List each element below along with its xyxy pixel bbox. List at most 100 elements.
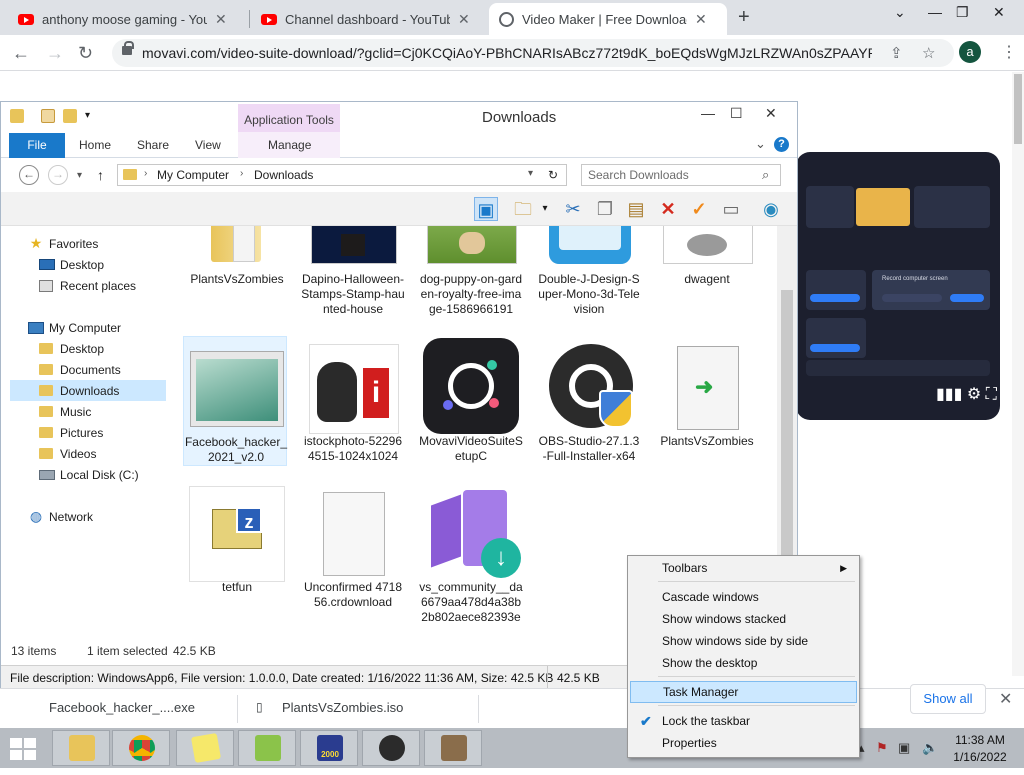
forward-button[interactable]: → [46,43,64,64]
share-icon[interactable]: ⇪ [890,44,903,62]
browser-menu-icon[interactable]: ⋮ [1001,42,1017,62]
preview-pane-icon[interactable]: ▣ [474,197,498,221]
close-tab-icon[interactable]: ✕ [458,11,470,28]
system-clock[interactable]: 11:38 AM 1/16/2022 [942,732,1018,766]
close-tab-icon[interactable]: ✕ [215,11,227,28]
browser-tab-2[interactable]: Channel dashboard - YouTube Studio ✕ [251,3,487,35]
close-window-button[interactable]: ✕ [765,105,777,122]
tab-file[interactable]: File [9,133,65,158]
file-item[interactable]: z tetfun [185,482,289,612]
bookmark-star-icon[interactable]: ☆ [922,44,935,62]
restore-button[interactable]: ❐ [956,4,969,21]
expand-ribbon-chevron-icon[interactable]: ⌄ [755,136,766,152]
back-button[interactable]: ← [12,43,30,64]
page-scrollbar[interactable] [1012,72,1024,676]
up-arrow-icon[interactable]: ↑ [97,167,104,183]
taskbar-file-explorer[interactable] [52,730,110,766]
volume-icon[interactable]: 🔈 [922,740,938,756]
menu-item-show-desktop[interactable]: Show the desktop [630,652,857,674]
copy-icon[interactable]: ❐ [593,197,617,221]
file-item[interactable]: PlantsVsZombies [185,226,289,292]
breadcrumb-my-computer[interactable]: My Computer [157,168,229,182]
nav-music[interactable]: Music [39,401,91,422]
menu-item-side-by-side[interactable]: Show windows side by side [630,630,857,652]
checkmark-icon[interactable]: ✓ [687,197,711,221]
browser-tab-3-active[interactable]: Video Maker | Free Download of ✕ [489,3,727,35]
breadcrumb[interactable]: › My Computer › Downloads ▾ ↻ [117,164,567,186]
taskbar-app-2000[interactable]: 2000 [300,730,358,766]
nav-my-computer[interactable]: My Computer [28,317,121,338]
taskbar-plants-vs-zombies[interactable] [424,730,482,766]
recent-locations-chevron-icon[interactable]: ▾ [77,170,82,181]
help-icon[interactable]: ? [774,137,789,152]
nav-downloads[interactable]: Downloads [10,380,166,401]
minimize-button[interactable]: — [928,4,942,20]
search-icon[interactable]: ⌕ [762,167,769,183]
address-bar[interactable]: movavi.com/video-suite-download/?gclid=C… [112,39,954,67]
file-item[interactable]: MovaviVideoSuiteSetupC [419,336,523,466]
customize-toolbar-chevron-icon[interactable]: ▾ [85,110,99,124]
delete-icon[interactable]: ✕ [656,197,680,221]
search-input[interactable]: Search Downloads ⌕ [581,164,781,186]
refresh-icon[interactable]: ↻ [548,168,558,182]
tab-home[interactable]: Home [79,138,111,152]
menu-item-toolbars[interactable]: Toolbars ▶ [630,557,857,579]
page-scrollbar-thumb[interactable] [1014,74,1022,144]
lock-icon[interactable] [122,41,134,55]
cut-icon[interactable]: ✂ [561,197,585,221]
taskbar-chrome[interactable] [112,730,170,766]
rename-icon[interactable]: ▭ [719,197,743,221]
menu-item-stacked[interactable]: Show windows stacked [630,608,857,630]
file-item[interactable]: Unconfirmed 471856.crdownload [301,482,405,628]
forward-button[interactable]: → [48,165,68,185]
nav-documents[interactable]: Documents [39,359,121,380]
nav-favorites[interactable]: ★ Favorites [28,233,99,254]
new-folder-icon[interactable] [63,109,77,123]
shell-icon[interactable]: ◉ [759,197,783,221]
breadcrumb-separator-icon[interactable]: › [144,168,147,179]
taskbar-obs[interactable] [362,730,420,766]
file-item[interactable]: ↓ vs_community__da6679aa478d4a38b2b802ae… [419,482,523,640]
start-button[interactable] [10,738,38,760]
nav-recent-places[interactable]: Recent places [39,275,136,296]
file-item[interactable]: dog-puppy-on-garden-royalty-free-image-1… [419,226,523,338]
quick-access-folder-icon[interactable] [10,109,24,123]
network-tray-icon[interactable]: ▣ [898,740,910,756]
close-downloads-bar-icon[interactable]: ✕ [999,689,1012,709]
close-tab-icon[interactable]: ✕ [695,11,707,28]
paste-icon[interactable]: ▤ [624,197,648,221]
new-tab-button[interactable]: + [738,6,750,29]
menu-item-cascade[interactable]: Cascade windows [630,586,857,608]
properties-icon[interactable] [41,109,55,123]
nav-local-disk[interactable]: Local Disk (C:) [39,464,139,485]
tab-view[interactable]: View [195,138,221,152]
tab-search-chevron-icon[interactable]: ⌄ [894,4,906,21]
nav-desktop[interactable]: Desktop [39,338,104,359]
url-text[interactable]: movavi.com/video-suite-download/?gclid=C… [142,45,872,61]
download-item-1[interactable]: Facebook_hacker_....exe [49,700,195,715]
nav-network[interactable]: ◍ Network [28,506,93,527]
tab-share[interactable]: Share [137,138,169,152]
nav-videos[interactable]: Videos [39,443,96,464]
menu-item-lock-taskbar[interactable]: ✔ Lock the taskbar [630,710,857,732]
options-dropdown-icon[interactable]: ▾ [538,197,552,221]
profile-avatar[interactable]: a [959,41,981,63]
file-item[interactable]: i istockphoto-522964515-1024x1024 [301,336,405,466]
download-item-2[interactable]: PlantsVsZombies.iso [282,700,403,715]
show-all-button[interactable]: Show all [910,684,986,714]
taskbar-notepad-plus[interactable] [238,730,296,766]
nav-pictures[interactable]: Pictures [39,422,103,443]
nav-favorites-desktop[interactable]: Desktop [39,254,104,275]
file-item[interactable]: ➜ PlantsVsZombies [655,336,759,466]
menu-item-properties[interactable]: Properties [630,732,857,754]
folder-options-icon[interactable]: 🗀 [511,197,535,221]
file-item[interactable]: OBS-Studio-27.1.3-Full-Installer-x64 [537,336,641,482]
file-item[interactable]: Double-J-Design-Super-Mono-3d-Television [537,226,641,322]
taskbar-app[interactable] [176,730,234,766]
close-window-button[interactable]: ✕ [993,4,1005,21]
browser-tab-1[interactable]: anthony moose gaming - YouTube ✕ [8,3,246,35]
minimize-button[interactable]: — [701,105,715,121]
breadcrumb-downloads[interactable]: Downloads [254,168,313,182]
reload-button[interactable]: ↻ [78,43,93,64]
maximize-button[interactable]: ☐ [730,105,743,122]
